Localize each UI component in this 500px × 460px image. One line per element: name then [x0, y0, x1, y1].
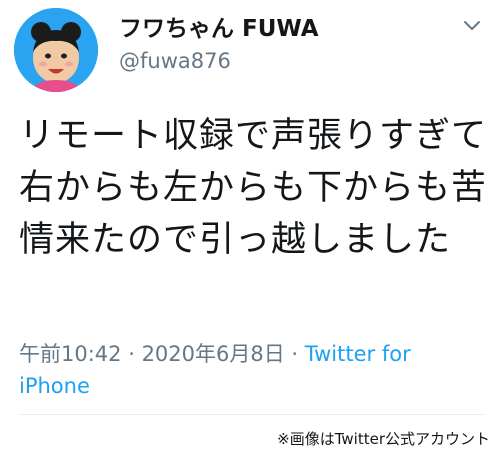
- tweet-text: リモート収録で声張りすぎて右からも左からも下からも苦情来たので引っ越しました: [19, 116, 488, 260]
- display-name[interactable]: フワちゃん FUWA: [119, 14, 319, 44]
- tweet-card: フワちゃん FUWA @fuwa876 リモート収録で声張りすぎて右からも左から…: [0, 0, 500, 460]
- user-avatar[interactable]: [14, 8, 98, 92]
- image-credit: ※画像はTwitter公式アカウント: [277, 430, 490, 448]
- tweet-meta: 午前10:42 · 2020年6月8日 · Twitter for iPhone: [19, 338, 459, 402]
- meta-separator: ·: [121, 342, 142, 366]
- meta-separator: ·: [284, 342, 305, 366]
- tweet-date[interactable]: 2020年6月8日: [142, 342, 285, 366]
- user-handle[interactable]: @fuwa876: [119, 47, 231, 75]
- avatar-photo: [14, 8, 98, 92]
- divider: [19, 414, 485, 415]
- chevron-down-icon[interactable]: [460, 14, 484, 38]
- tweet-time[interactable]: 午前10:42: [19, 342, 122, 366]
